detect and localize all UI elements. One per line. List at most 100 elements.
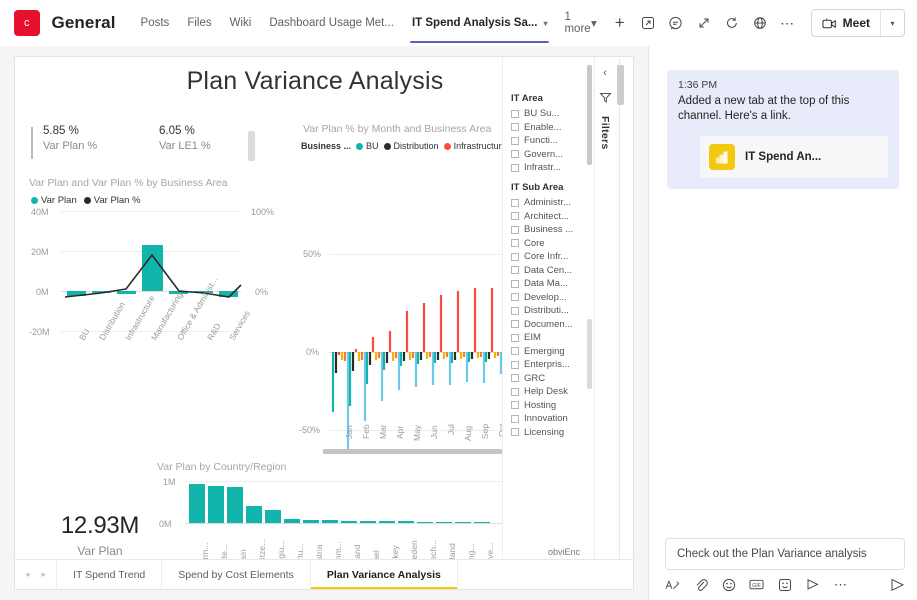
checkbox[interactable] <box>511 293 519 301</box>
format-icon[interactable] <box>665 577 680 592</box>
legend-item[interactable]: Distribution <box>383 141 439 151</box>
bar[interactable] <box>360 521 376 523</box>
checkbox[interactable] <box>511 387 519 396</box>
filter-item[interactable]: Administr... <box>511 197 594 208</box>
tab-posts[interactable]: Posts <box>132 0 179 46</box>
filters-scroll-thumb-lower[interactable] <box>587 319 592 389</box>
checkbox[interactable] <box>511 374 519 382</box>
checkbox[interactable] <box>511 320 519 328</box>
message-link-card[interactable]: IT Spend An... <box>700 136 888 178</box>
more-options-icon[interactable]: ⋯ <box>775 10 801 36</box>
page-tab-prev-button[interactable]: ◂ <box>25 569 30 580</box>
gif-icon[interactable]: GIF <box>749 577 764 592</box>
filter-item[interactable]: Govern... <box>511 149 594 160</box>
chart-var-plan-by-country[interactable]: Var Plan by Country/Region 1M 0M -1M <box>145 461 571 571</box>
open-in-new-icon[interactable] <box>635 10 661 36</box>
tab-dashboard-usage-metrics[interactable]: Dashboard Usage Met... <box>260 0 403 46</box>
bar[interactable] <box>265 510 281 523</box>
filter-item[interactable]: Core <box>511 238 594 249</box>
filter-item[interactable]: Enterpris... <box>511 359 594 370</box>
kpi-var-le1-pct[interactable]: 6.05 % Var LE1 % <box>159 125 211 152</box>
filter-item[interactable]: BU Su... <box>511 108 594 119</box>
chevron-down-icon[interactable]: ▾ <box>543 19 547 28</box>
filters-rail[interactable]: ‹ Filters <box>594 57 615 561</box>
filter-item[interactable]: Data Ma... <box>511 278 594 289</box>
more-tabs-button[interactable]: 1 more ▾ <box>556 11 604 35</box>
checkbox[interactable] <box>511 252 519 261</box>
legend-item[interactable]: BU <box>356 141 379 151</box>
filter-item[interactable]: Enable... <box>511 122 594 133</box>
filter-item[interactable]: Licensing <box>511 427 594 438</box>
meet-main[interactable]: Meet <box>812 10 880 36</box>
checkbox[interactable] <box>511 163 519 172</box>
checkbox[interactable] <box>511 333 519 342</box>
report-scroll-thumb[interactable] <box>617 65 624 105</box>
tab-it-spend-analysis[interactable]: IT Spend Analysis Sa... ▾ <box>403 0 557 46</box>
checkbox[interactable] <box>511 401 519 409</box>
filter-item[interactable]: EIM <box>511 332 594 343</box>
page-tab-it-spend-trend[interactable]: IT Spend Trend <box>57 560 163 589</box>
tab-files[interactable]: Files <box>178 0 220 46</box>
sticker-icon[interactable] <box>777 577 792 592</box>
bar[interactable] <box>208 486 224 523</box>
meet-dropdown-button[interactable]: ▾ <box>880 10 904 36</box>
filter-item[interactable]: Documen... <box>511 319 594 330</box>
bar[interactable] <box>341 521 357 523</box>
checkbox[interactable] <box>511 123 519 131</box>
filter-item[interactable]: Data Cen... <box>511 265 594 276</box>
more-icon[interactable]: ⋯ <box>833 577 848 592</box>
chart-var-plan-pct-by-month[interactable]: Var Plan % by Month and Business Area Bu… <box>293 123 524 454</box>
filter-item[interactable]: Distributi... <box>511 305 594 316</box>
filter-item[interactable]: Core Infr... <box>511 251 594 262</box>
bar[interactable] <box>284 519 300 523</box>
filter-item[interactable]: Emerging <box>511 346 594 357</box>
meet-button[interactable]: Meet ▾ <box>810 9 905 37</box>
expand-icon[interactable] <box>691 10 717 36</box>
refresh-icon[interactable] <box>719 10 745 36</box>
kpi-var-plan-pct[interactable]: 5.85 % Var Plan % <box>43 125 97 152</box>
checkbox[interactable] <box>511 109 519 118</box>
bar[interactable] <box>303 520 319 523</box>
chat-message[interactable]: 1:36 PM Added a new tab at the top of th… <box>667 70 899 189</box>
bar[interactable] <box>246 506 262 523</box>
globe-icon[interactable] <box>747 10 773 36</box>
bar[interactable] <box>474 522 490 523</box>
month-bars[interactable] <box>293 169 523 453</box>
checkbox[interactable] <box>511 198 519 207</box>
checkbox[interactable] <box>511 239 519 247</box>
legend-item[interactable]: Var Plan % <box>83 195 141 206</box>
checkbox[interactable] <box>511 212 519 220</box>
bar[interactable] <box>189 484 205 523</box>
filter-item[interactable]: GRC <box>511 373 594 384</box>
bar[interactable] <box>436 521 452 523</box>
checkbox[interactable] <box>511 414 519 423</box>
chat-icon[interactable] <box>663 10 689 36</box>
bar[interactable] <box>322 520 338 523</box>
bar[interactable] <box>455 521 471 523</box>
checkbox[interactable] <box>511 150 519 158</box>
add-tab-button[interactable]: + <box>605 13 635 33</box>
chart-var-plan-by-business-area[interactable]: Var Plan and Var Plan % by Business Area… <box>29 177 279 342</box>
filter-item[interactable]: Functi... <box>511 135 594 146</box>
tab-wiki[interactable]: Wiki <box>221 0 261 46</box>
filter-item[interactable]: Innovation <box>511 413 594 424</box>
bar[interactable] <box>417 521 433 523</box>
filters-scroll-thumb[interactable] <box>587 65 592 165</box>
send-icon[interactable] <box>890 577 905 592</box>
checkbox[interactable] <box>511 279 519 288</box>
checkbox[interactable] <box>511 428 519 436</box>
page-tab-next-button[interactable]: ▸ <box>42 569 47 580</box>
checkbox[interactable] <box>511 225 519 234</box>
message-input[interactable]: Check out the Plan Variance analysis <box>665 538 905 570</box>
filter-item[interactable]: Develop... <box>511 292 594 303</box>
canvas-scroll-thumb[interactable] <box>248 131 255 161</box>
chevron-left-icon[interactable]: ‹ <box>603 67 607 79</box>
attach-icon[interactable] <box>693 577 708 592</box>
legend-item[interactable]: Infrastructure <box>443 141 507 151</box>
filter-item[interactable]: Infrastr... <box>511 162 594 173</box>
bar[interactable] <box>379 521 395 523</box>
bar[interactable] <box>398 521 414 523</box>
page-tab-spend-by-cost-elements[interactable]: Spend by Cost Elements <box>162 560 311 589</box>
checkbox[interactable] <box>511 136 519 145</box>
checkbox[interactable] <box>511 347 519 355</box>
